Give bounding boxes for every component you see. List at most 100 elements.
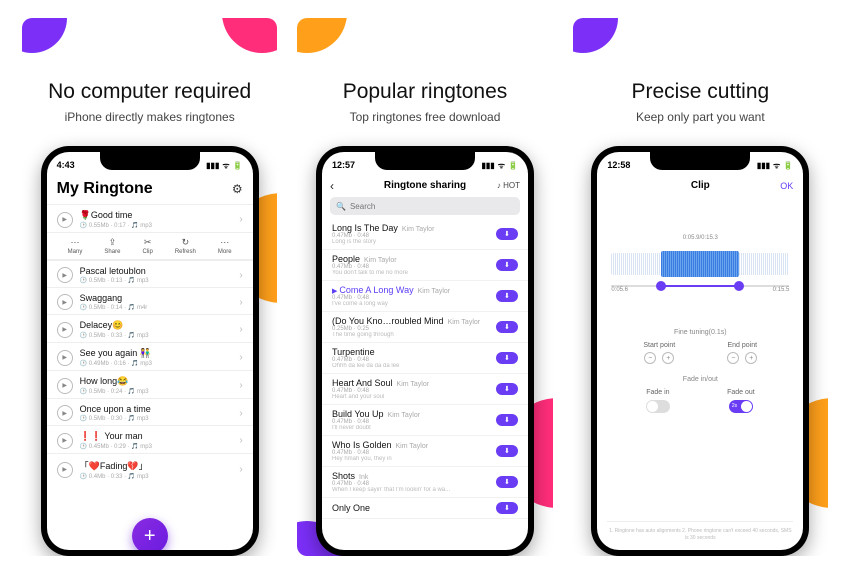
ringtone-item[interactable]: ▶🌹Good time🕒 0.55Mb · 0:17 · 🎵 mp3› — [47, 204, 253, 232]
song-artist: Kim Taylor — [397, 381, 430, 388]
end-plus-button[interactable]: + — [745, 352, 757, 364]
chevron-right-icon: › — [239, 324, 242, 335]
ringtone-meta: 🕒 0.4Mb · 0:33 · 🎵 mp3 — [80, 473, 233, 480]
song-item[interactable]: ▶Come A Long WayKim Taylor0.47Mb · 0:48I… — [322, 281, 528, 312]
song-artist: Kim Taylor — [418, 288, 451, 295]
wifi-icon: ᯤ — [773, 160, 780, 171]
range-slider[interactable] — [611, 285, 789, 287]
ringtone-item[interactable]: ▶「❤️Fading💔」🕒 0.4Mb · 0:33 · 🎵 mp3› — [47, 453, 253, 483]
fine-tuning-label: Fine tuning(0.1s) — [597, 329, 803, 336]
song-lyric: The time going through — [332, 332, 490, 338]
song-lyric: Heart and your soul — [332, 394, 490, 400]
start-plus-button[interactable]: + — [662, 352, 674, 364]
ringtone-title: Delacey😊 — [80, 320, 233, 331]
song-item[interactable]: ShotsInk0.47Mb · 0:48When I keep sayin' … — [322, 467, 528, 498]
toolbar-refresh[interactable]: ↻Refresh — [175, 237, 196, 255]
play-icon[interactable]: ▶ — [57, 294, 73, 310]
add-button[interactable]: + — [132, 518, 168, 550]
slider-knob-end[interactable] — [734, 281, 744, 291]
panel-subhead: Top ringtones free download — [350, 110, 501, 124]
action-toolbar: ⋯Many ⇪Share ✂Clip ↻Refresh ⋯More — [47, 232, 253, 260]
ringtone-item[interactable]: ▶Swaggang🕒 0.5Mb · 0:14 · 🎵 m4r› — [47, 287, 253, 314]
song-item[interactable]: Build You UpKim Taylor0.47Mb · 0:48I'll … — [322, 405, 528, 436]
status-time: 4:43 — [57, 160, 75, 170]
download-button[interactable]: ⬇ — [496, 321, 518, 333]
back-button[interactable]: ‹ — [330, 179, 334, 193]
fade-in-toggle[interactable] — [646, 400, 670, 413]
song-lyric: I'll never doubt — [332, 425, 490, 431]
toolbar-many[interactable]: ⋯Many — [68, 237, 83, 255]
song-lyric: I've come a long way — [332, 301, 490, 307]
play-icon[interactable]: ▶ — [57, 462, 73, 478]
notch — [100, 152, 200, 170]
song-artist: Ink — [359, 474, 368, 481]
song-item[interactable]: Turpentine0.47Mb · 0:48Ohhh da lee da da… — [322, 343, 528, 374]
download-button[interactable]: ⬇ — [496, 290, 518, 302]
download-button[interactable]: ⬇ — [496, 476, 518, 488]
song-artist: Kim Taylor — [388, 412, 421, 419]
slider-knob-start[interactable] — [656, 281, 666, 291]
hot-button[interactable]: ♪ HOT — [497, 181, 520, 190]
download-button[interactable]: ⬇ — [496, 445, 518, 457]
download-button[interactable]: ⬇ — [496, 352, 518, 364]
song-item[interactable]: Long Is The DayKim Taylor0.47Mb · 0:48Lo… — [322, 219, 528, 250]
song-item[interactable]: (Do You Kno…roubled MindKim Taylor0.25Mb… — [322, 312, 528, 343]
download-button[interactable]: ⬇ — [496, 228, 518, 240]
ringtone-list-top: ▶🌹Good time🕒 0.55Mb · 0:17 · 🎵 mp3› — [47, 204, 253, 232]
ringtone-item[interactable]: ▶Pascal letoublon🕒 0.5Mb · 0:13 · 🎵 mp3› — [47, 260, 253, 287]
start-minus-button[interactable]: − — [644, 352, 656, 364]
toolbar-share[interactable]: ⇪Share — [104, 237, 120, 255]
ringtone-list[interactable]: ▶Pascal letoublon🕒 0.5Mb · 0:13 · 🎵 mp3›… — [47, 260, 253, 550]
ringtone-item[interactable]: ▶Once upon a time🕒 0.5Mb · 0:30 · 🎵 mp3› — [47, 398, 253, 425]
search-input[interactable] — [350, 202, 514, 211]
promo-panel-2: Popular ringtones Top ringtones free dow… — [297, 18, 552, 556]
ringtone-title: Pascal letoublon — [80, 266, 233, 276]
end-minus-button[interactable]: − — [727, 352, 739, 364]
search-field[interactable]: 🔍 — [330, 197, 520, 215]
song-item[interactable]: Who Is GoldenKim Taylor0.47Mb · 0:48Hey … — [322, 436, 528, 467]
ringtone-title: See you again 👫 — [80, 348, 233, 359]
ringtone-item[interactable]: ▶❗❗ Your man🕒 0.45Mb · 0:29 · 🎵 mp3› — [47, 425, 253, 453]
phone-mockup: 12:58 ▮▮▮ ᯤ 🔋 Clip OK 0:05.9/0:15.3 — [591, 146, 809, 556]
download-button[interactable]: ⬇ — [496, 502, 518, 514]
ok-button[interactable]: OK — [780, 181, 793, 191]
song-title: Only One — [332, 503, 490, 513]
nav-title: Ringtone sharing — [384, 180, 466, 191]
song-title: (Do You Kno…roubled MindKim Taylor — [332, 316, 490, 326]
footer-note: 1. Ringtone has auto alignments 2. Phone… — [607, 521, 793, 542]
ringtone-item[interactable]: ▶How long😂🕒 0.5Mb · 0:24 · 🎵 mp3› — [47, 370, 253, 398]
ringtone-meta: 🕒 0.5Mb · 0:33 · 🎵 mp3 — [80, 332, 233, 339]
battery-icon: 🔋 — [233, 161, 243, 170]
chevron-right-icon: › — [239, 352, 242, 363]
ringtone-item[interactable]: ▶ Delacey😊🕒 0.5Mb · 0:33 · 🎵 mp3 › — [47, 314, 253, 342]
download-button[interactable]: ⬇ — [496, 383, 518, 395]
download-button[interactable]: ⬇ — [496, 414, 518, 426]
playing-icon: ▶ — [332, 288, 337, 295]
chevron-right-icon: › — [239, 214, 242, 225]
gear-icon[interactable]: ⚙ — [232, 182, 243, 196]
play-icon[interactable]: ▶ — [57, 405, 73, 421]
play-icon[interactable]: ▶ — [57, 322, 73, 338]
song-item[interactable]: Only One ⬇ — [322, 498, 528, 519]
waveform-editor[interactable]: 0:05.9/0:15.3 0:05.6 0:15.5 — [611, 231, 789, 311]
play-icon[interactable]: ▶ — [57, 350, 73, 366]
toolbar-more[interactable]: ⋯More — [218, 237, 232, 255]
play-icon[interactable]: ▶ — [57, 433, 73, 449]
toolbar-clip[interactable]: ✂Clip — [142, 237, 152, 255]
ringtone-item[interactable]: ▶See you again 👫🕒 0.49Mb · 0:16 · 🎵 mp3› — [47, 342, 253, 370]
song-item[interactable]: PeopleKim Taylor0.47Mb · 0:48You don't t… — [322, 250, 528, 281]
panel-subhead: iPhone directly makes ringtones — [65, 110, 235, 124]
ringtone-title: How long😂 — [80, 376, 233, 387]
wave-selection[interactable] — [661, 251, 739, 277]
song-list[interactable]: Long Is The DayKim Taylor0.47Mb · 0:48Lo… — [322, 219, 528, 550]
fade-out-toggle[interactable]: 2s — [729, 400, 753, 413]
play-icon[interactable]: ▶ — [57, 378, 73, 394]
song-artist: Kim Taylor — [448, 319, 481, 326]
panel-headline: No computer required — [48, 80, 251, 104]
play-icon[interactable]: ▶ — [57, 267, 73, 283]
song-title: ShotsInk — [332, 471, 490, 481]
play-icon[interactable]: ▶ — [57, 212, 73, 228]
download-button[interactable]: ⬇ — [496, 259, 518, 271]
song-item[interactable]: Heart And SoulKim Taylor0.47Mb · 0:48Hea… — [322, 374, 528, 405]
ringtone-meta: 🕒 0.5Mb · 0:30 · 🎵 mp3 — [80, 415, 233, 422]
